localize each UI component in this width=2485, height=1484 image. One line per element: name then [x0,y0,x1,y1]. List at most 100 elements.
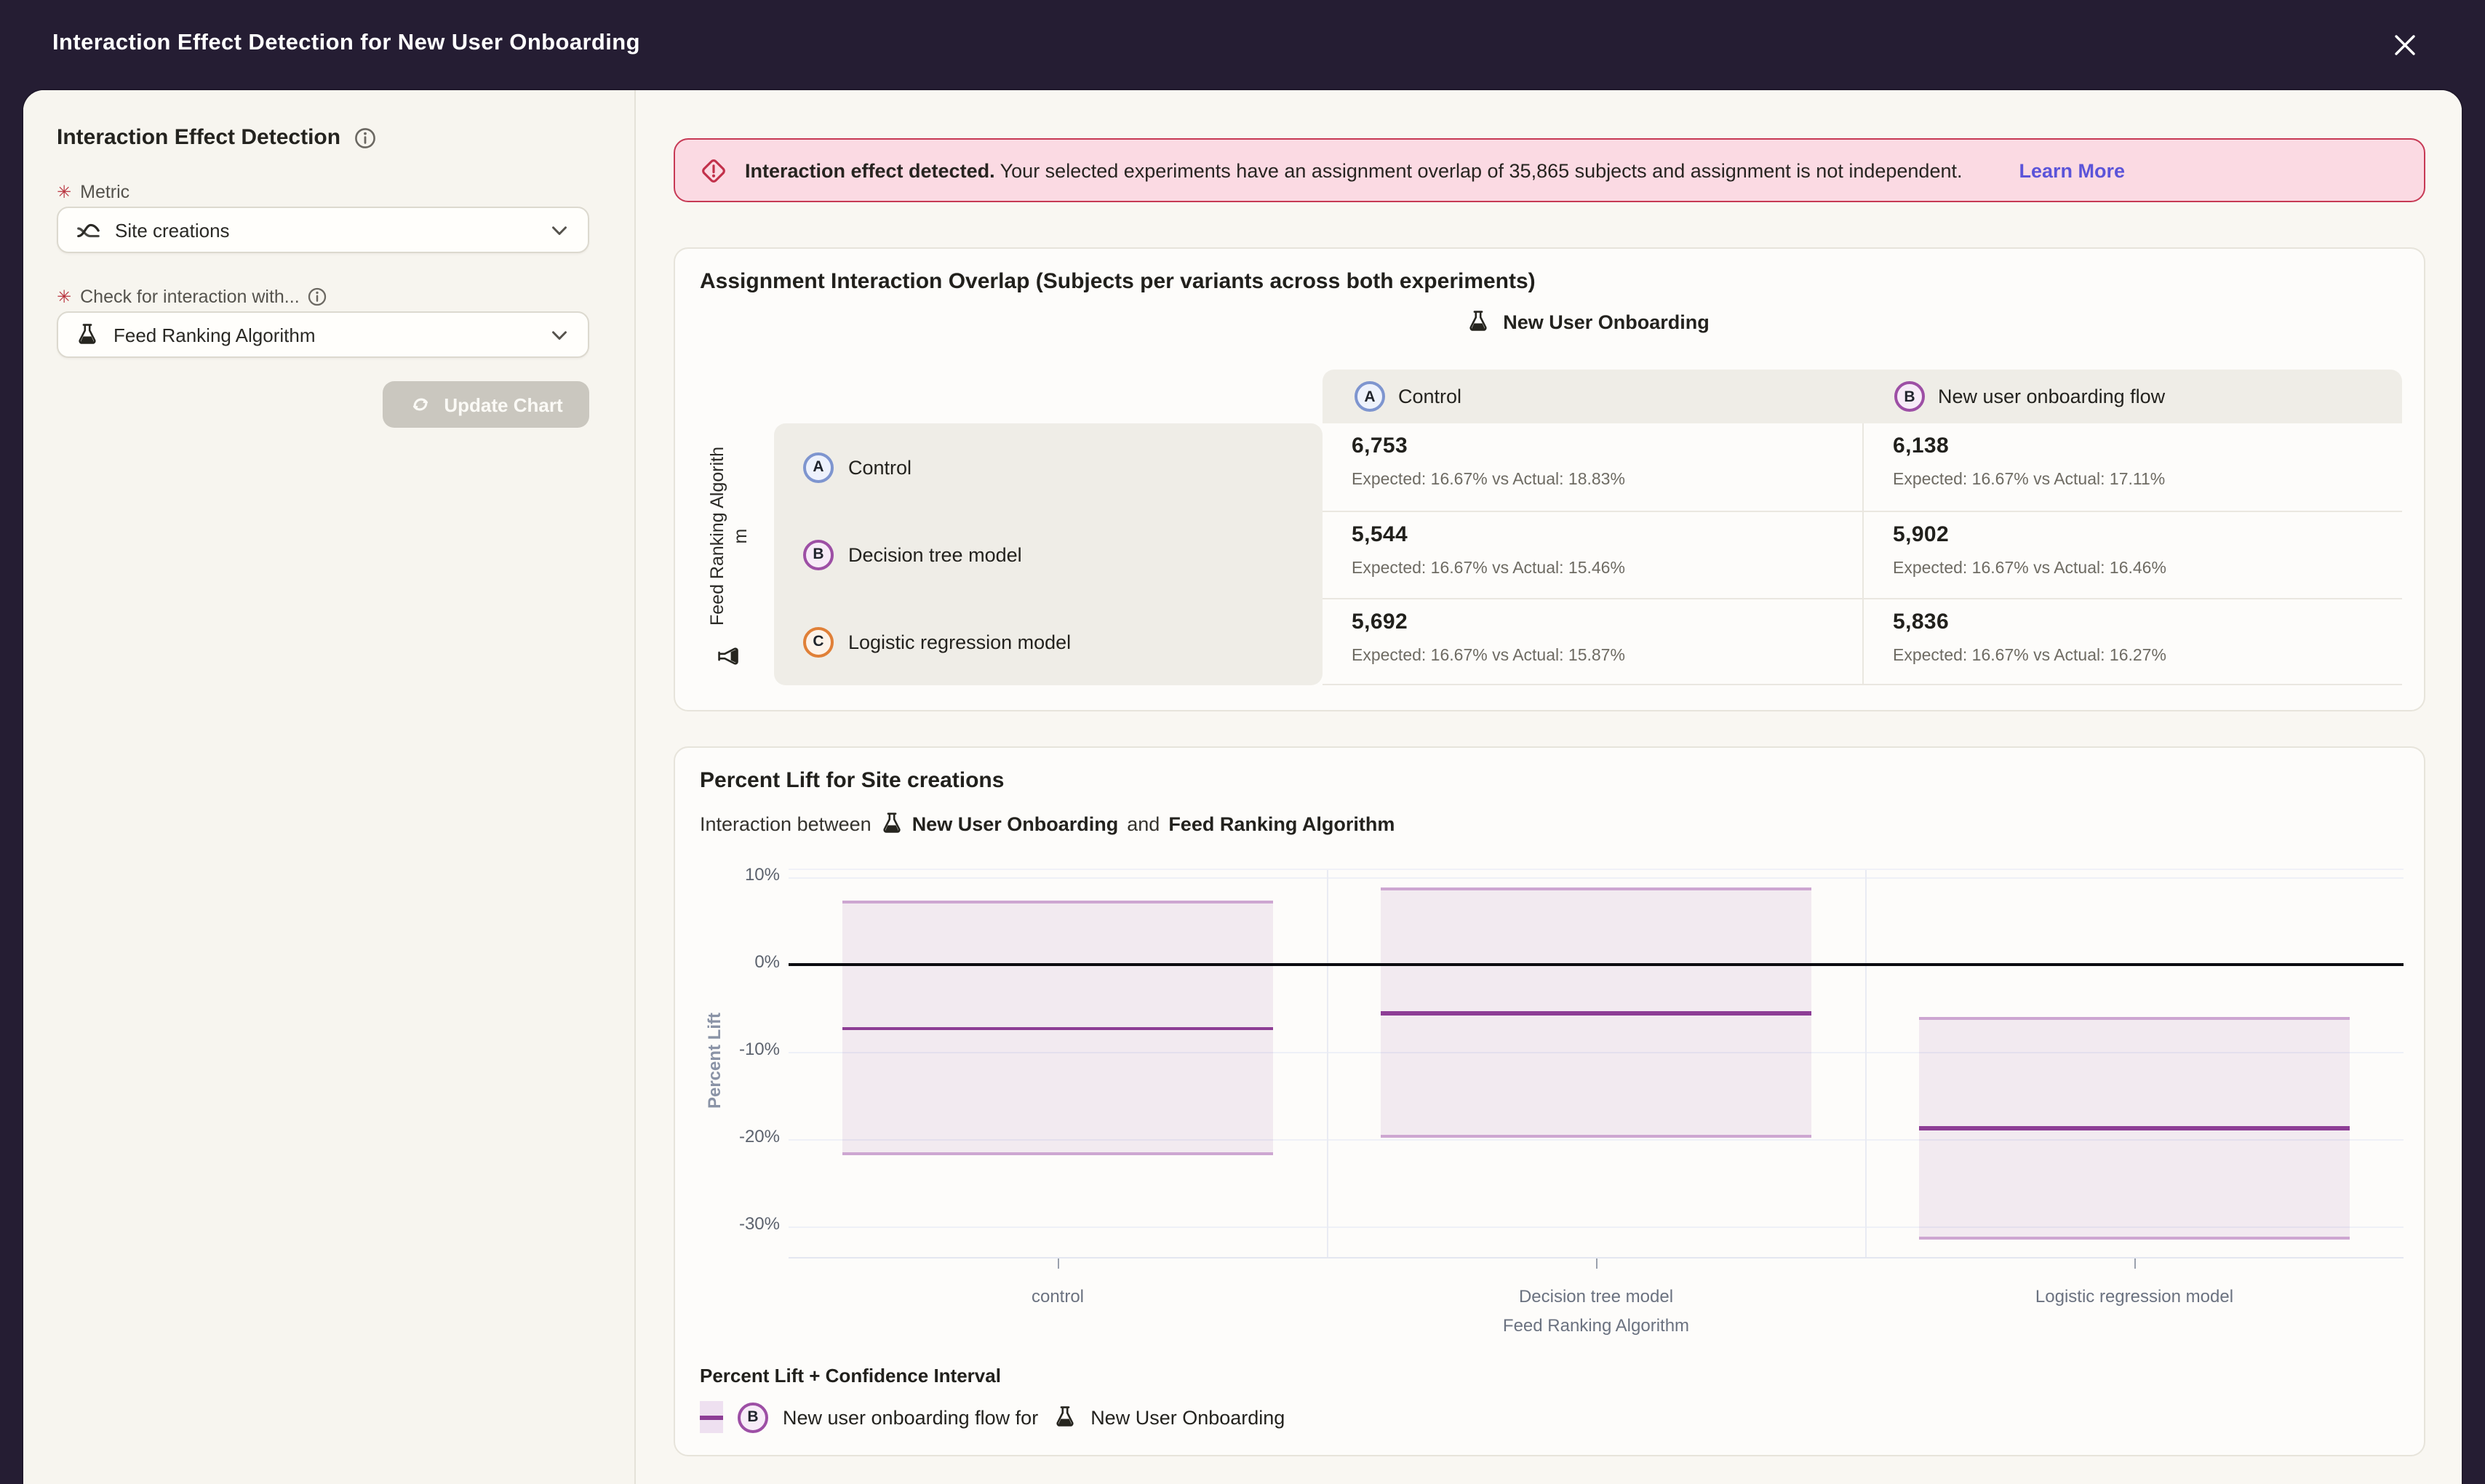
refresh-icon [409,393,432,416]
x-category-label: Decision tree model [1327,1286,1865,1307]
gridline [789,877,2404,879]
y-tick-label: -30% [695,1213,780,1234]
overlap-cell: 5,902 Expected: 16.67% vs Actual: 16.46% [1862,511,2402,598]
required-asterisk: ✳ [57,182,71,202]
interaction-field-label: Check for interaction with... [80,287,300,307]
variant-badge: A [1355,381,1385,412]
x-axis-title: Feed Ranking Algorithm [789,1315,2404,1336]
expected-vs-actual: Expected: 16.67% vs Actual: 15.87% [1352,647,1862,665]
interaction-effect-modal: Interaction Effect Detection for New Use… [0,0,2485,1484]
overlap-cell: 5,836 Expected: 16.67% vs Actual: 16.27% [1862,598,2402,685]
row-experiment-name: Feed Ranking Algorithm [706,440,753,632]
subject-count: 5,692 [1352,610,1862,634]
overlap-cell: 5,544 Expected: 16.67% vs Actual: 15.46% [1323,511,1862,598]
percent-lift-line[interactable] [1919,1126,2350,1130]
info-icon[interactable] [307,287,327,307]
table-row: BDecision tree model 5,544 Expected: 16.… [774,511,2402,598]
subject-count: 6,753 [1352,434,1862,458]
metric-field-label-row: ✳ Metric [57,182,129,202]
metric-select-value: Site creations [115,219,534,241]
legend-label: New user onboarding flow for [783,1406,1038,1428]
y-tick-label: -20% [695,1126,780,1146]
interaction-experiment-select[interactable]: Feed Ranking Algorithm [57,311,589,358]
column-separator [1865,870,1867,1257]
alert-diamond-icon [698,155,729,186]
x-category-label: Logistic regression model [1865,1286,2404,1307]
y-tick-label: 10% [695,864,780,885]
variant-badge: A [803,452,834,482]
ci-swatch-icon [700,1401,723,1433]
learn-more-link[interactable]: Learn More [2019,159,2126,181]
experiment-flask-icon [1467,310,1490,333]
modal-body: Interaction Effect Detection ✳ Metric Si… [23,90,2462,1484]
percent-lift-line[interactable] [842,1027,1273,1031]
expected-vs-actual: Expected: 16.67% vs Actual: 16.46% [1893,560,2402,578]
percent-lift-line[interactable] [1381,1011,1811,1015]
y-tick-label: 0% [695,952,780,972]
expected-vs-actual: Expected: 16.67% vs Actual: 15.46% [1352,560,1862,578]
column-separator [1327,870,1328,1257]
subject-count: 5,902 [1893,522,2402,547]
alert-message: Your selected experiments have an assign… [1000,159,1963,181]
expected-vs-actual: Expected: 16.67% vs Actual: 16.27% [1893,647,2402,665]
variant-badge: B [1894,381,1925,412]
experiment-flask-icon [76,323,99,346]
legend-experiment: New User Onboarding [1090,1406,1285,1428]
chart-card-title: Percent Lift for Site creations [700,768,1004,793]
subject-count: 5,836 [1893,610,2402,634]
column-experiment-header: New User Onboarding [774,310,2402,333]
sidebar-heading: Interaction Effect Detection [57,125,340,150]
expected-vs-actual: Expected: 16.67% vs Actual: 17.11% [1893,471,2402,489]
interaction-select-value: Feed Ranking Algorithm [113,324,534,346]
overlap-card-title: Assignment Interaction Overlap (Subjects… [700,269,1536,294]
main-content: Interaction effect detected. Your select… [637,90,2462,1484]
interaction-field-label-row: ✳ Check for interaction with... [57,287,327,307]
overlap-cell: 6,138 Expected: 16.67% vs Actual: 17.11% [1862,423,2402,511]
variant-column-header: AControl [1323,370,1862,423]
update-chart-button[interactable]: Update Chart [383,381,589,428]
subtitle-experiment-1: New User Onboarding [912,813,1119,834]
screen: Interaction Effect Detection for New Use… [0,0,2485,1484]
variant-badge: B [738,1402,768,1432]
column-experiment-name: New User Onboarding [1503,311,1710,332]
expected-vs-actual: Expected: 16.67% vs Actual: 18.83% [1352,471,1862,489]
config-sidebar: Interaction Effect Detection ✳ Metric Si… [23,90,636,1484]
variant-column-headers: AControlBNew user onboarding flow [1323,370,2402,423]
modal-title-bar: Interaction Effect Detection for New Use… [0,0,2485,90]
metric-icon [76,218,100,242]
percent-lift-chart [789,869,2404,1258]
row-header: CLogistic regression model [774,598,1323,685]
alert-title: Interaction effect detected. [745,159,995,181]
overlap-table-rows: AControl 6,753 Expected: 16.67% vs Actua… [774,423,2402,685]
chevron-down-icon [549,324,570,346]
subject-count: 6,138 [1893,434,2402,458]
x-category-label: control [789,1286,1327,1307]
info-icon[interactable] [354,126,377,149]
row-header: AControl [774,423,1323,511]
interaction-alert: Interaction effect detected. Your select… [674,138,2425,202]
subject-count: 5,544 [1352,522,1862,547]
required-asterisk: ✳ [57,287,71,307]
variant-badge: B [803,539,834,570]
x-tick-mark [1058,1258,1059,1269]
experiment-flask-icon [717,645,741,669]
close-icon [2390,31,2420,60]
overlap-cell: 6,753 Expected: 16.67% vs Actual: 18.83% [1323,423,1862,511]
metric-select[interactable]: Site creations [57,207,589,253]
x-tick-mark [2134,1258,2136,1269]
variant-column-header: BNew user onboarding flow [1862,370,2402,423]
table-row: AControl 6,753 Expected: 16.67% vs Actua… [774,423,2402,511]
experiment-flask-icon [880,812,904,835]
close-button[interactable] [2389,29,2421,61]
subtitle-and: and [1127,813,1160,834]
metric-field-label: Metric [80,182,129,202]
percent-lift-card: Percent Lift for Site creations Interact… [674,746,2425,1456]
variant-badge: C [803,626,834,657]
assignment-overlap-card: Assignment Interaction Overlap (Subjects… [674,247,2425,711]
zero-line [789,963,2404,966]
chevron-down-icon [549,219,570,241]
update-chart-label: Update Chart [444,394,562,415]
experiment-flask-icon [1053,1405,1076,1429]
y-tick-label: -10% [695,1039,780,1059]
table-row: CLogistic regression model 5,692 Expecte… [774,598,2402,685]
